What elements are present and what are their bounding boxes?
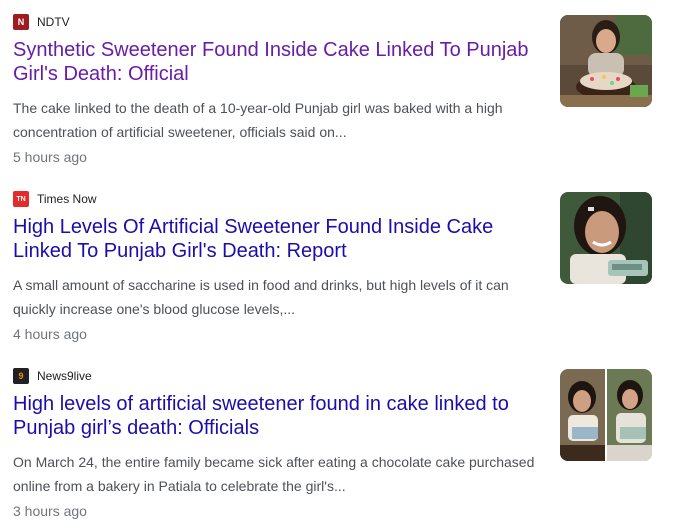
source-name: Times Now (37, 192, 97, 206)
snippet: The cake linked to the death of a 10-yea… (13, 100, 503, 140)
news9live-logo-icon: 9 (13, 368, 29, 384)
timestamp: 4 hours ago (13, 326, 87, 342)
snippet: A small amount of saccharine is used in … (13, 277, 509, 317)
ndtv-logo-icon: N (13, 14, 29, 30)
headline-link[interactable]: High levels of artificial sweetener foun… (13, 392, 553, 440)
timestamp: 3 hours ago (13, 503, 87, 519)
thumbnail-image[interactable] (560, 15, 652, 107)
thumbnail-image[interactable] (560, 192, 652, 284)
timestamp: 5 hours ago (13, 149, 87, 165)
thumbnail-image[interactable] (560, 369, 652, 461)
headline-link[interactable]: Synthetic Sweetener Found Inside Cake Li… (13, 38, 553, 86)
headline-link[interactable]: High Levels Of Artificial Sweetener Foun… (13, 215, 553, 263)
source-name: NDTV (37, 15, 70, 29)
snippet: On March 24, the entire family became si… (13, 454, 535, 494)
source-name: News9live (37, 369, 92, 383)
times-now-logo-icon: TN (13, 191, 29, 207)
